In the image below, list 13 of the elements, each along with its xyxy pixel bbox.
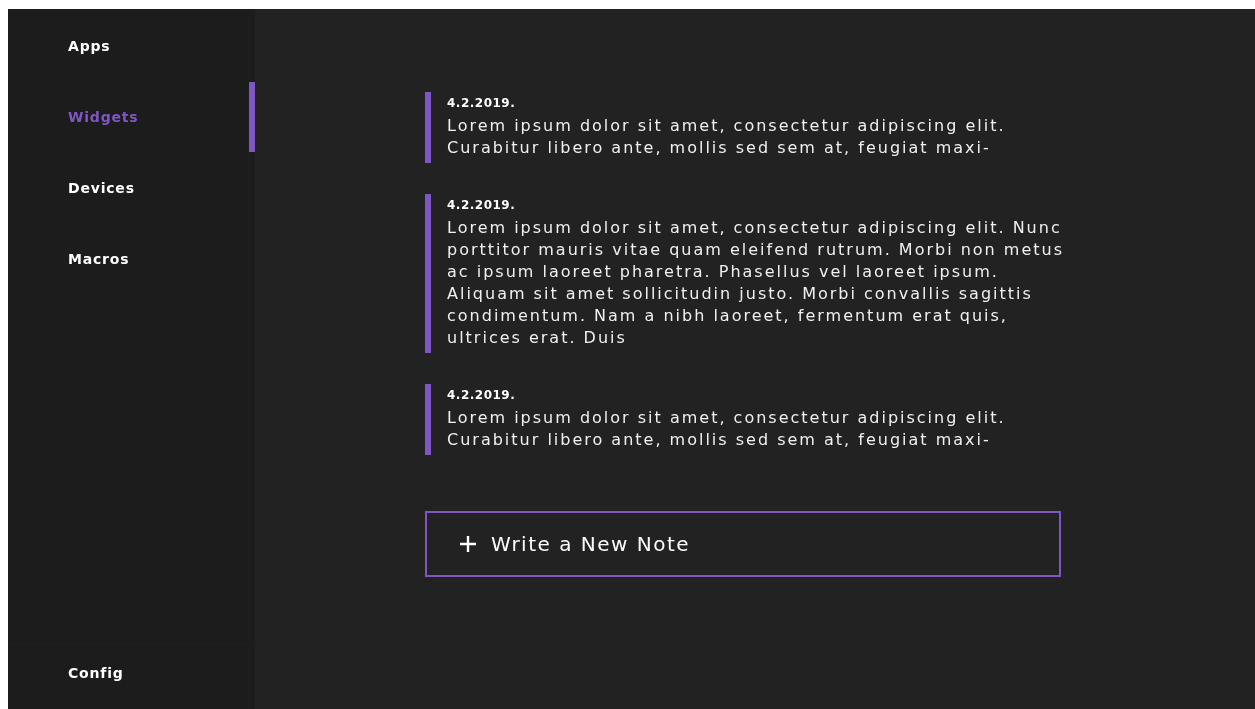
note-text: Lorem ipsum dolor sit amet, consectetur adipiscing elit. Curabitur libero ante, mollis sed sem at, feugiat maxi-	[447, 407, 1007, 451]
sidebar-item[interactable]: Apps	[8, 11, 255, 81]
sidebar-item[interactable]: Macros	[8, 224, 255, 294]
sidebar-item[interactable]: Devices	[8, 153, 255, 223]
sidebar-item[interactable]: Config	[8, 645, 255, 709]
plus-icon	[459, 535, 477, 553]
note-date: 4.2.2019.	[447, 198, 517, 212]
note-text: Lorem ipsum dolor sit amet, consectetur adipiscing elit. Nunc porttitor mauris vitae quam eleifend rutrum. Morbi non metus ac ipsum laoreet pharetra. Phasellus vel laoreet ipsum. Aliquam sit amet sollicitudin justo. Morbi convallis sagittis condimentum. Nam a nibh laoreet, fermentum erat quis, ultrices erat. Duis	[447, 217, 1065, 349]
selection-indicator	[249, 82, 255, 152]
note-text: Lorem ipsum dolor sit amet, consectetur adipiscing elit. Curabitur libero ante, mollis sed sem at, feugiat maxi-	[447, 115, 1007, 159]
note-date: 4.2.2019.	[447, 388, 517, 402]
new-note-button[interactable]: Write a New Note	[425, 511, 1061, 577]
note-date: 4.2.2019.	[447, 96, 517, 110]
